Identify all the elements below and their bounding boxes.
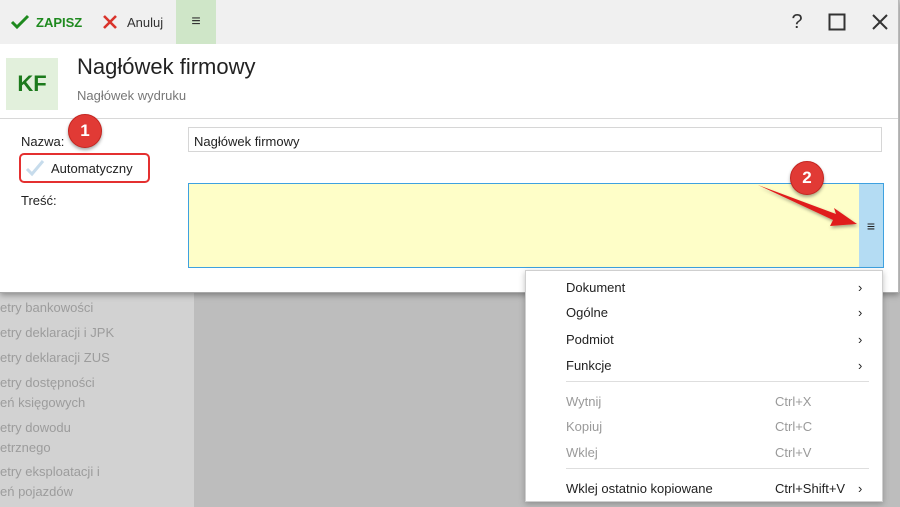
annotation-badge-2: 2 (790, 161, 824, 195)
chevron-right-icon: › (858, 480, 863, 496)
maximize-icon[interactable] (823, 8, 851, 36)
content-editor[interactable]: ≡ (188, 183, 884, 268)
menu-item-dokument[interactable]: Dokument › (566, 276, 862, 298)
menu-item-label: Podmiot (566, 331, 614, 347)
edit-dialog: ZAPISZ Anuluj ≡ ? KF Nagłówek firmowy Na… (0, 0, 899, 293)
menu-item-paste-last[interactable]: Wklej ostatnio kopiowane Ctrl+Shift+V › (566, 477, 862, 499)
background-list-item: etry dostępności eń księgowych (0, 375, 95, 410)
close-icon[interactable] (866, 8, 894, 36)
menu-separator (566, 468, 869, 469)
help-icon[interactable]: ? (783, 8, 811, 36)
document-type-badge: KF (6, 58, 58, 110)
menu-icon[interactable]: ≡ (176, 0, 216, 44)
name-label: Nazwa: (21, 134, 65, 149)
menu-item-label: Wklej (566, 444, 598, 460)
content-label: Treść: (21, 193, 57, 208)
background-list-item: etry deklaracji ZUS (0, 350, 110, 365)
menu-item-shortcut: Ctrl+C (775, 418, 813, 434)
menu-item-label: Wklej ostatnio kopiowane (566, 480, 713, 496)
page-subtitle: Nagłówek wydruku (77, 88, 187, 103)
context-menu: Dokument › Ogólne › Podmiot › Funkcje › … (525, 270, 883, 502)
save-button[interactable]: ZAPISZ (10, 0, 82, 44)
toolbar: ZAPISZ Anuluj ≡ ? (0, 0, 898, 44)
dialog-header: KF Nagłówek firmowy Nagłówek wydruku (0, 44, 898, 119)
name-field[interactable]: Nagłówek firmowy (188, 127, 882, 152)
menu-item-shortcut: Ctrl+X (775, 393, 812, 409)
menu-item-ogolne[interactable]: Ogólne › (566, 301, 862, 323)
chevron-right-icon: › (858, 331, 863, 347)
menu-item-label: Funkcje (566, 357, 612, 373)
menu-separator (566, 381, 869, 382)
cancel-button[interactable]: Anuluj (102, 0, 163, 44)
background-list-item: etry dowodu etrznego (0, 420, 71, 455)
menu-item-podmiot[interactable]: Podmiot › (566, 328, 862, 350)
menu-item-wytnij[interactable]: Wytnij Ctrl+X (566, 390, 856, 412)
close-x-icon (103, 15, 117, 29)
menu-item-shortcut: Ctrl+V (775, 444, 812, 460)
maximize-square-icon (828, 13, 846, 31)
menu-item-funkcje[interactable]: Funkcje › (566, 354, 862, 376)
close-window-icon (872, 14, 888, 30)
menu-item-label: Kopiuj (566, 418, 603, 434)
menu-item-label: Ogólne (566, 304, 608, 320)
menu-item-shortcut: Ctrl+Shift+V (775, 480, 846, 496)
menu-item-wklej[interactable]: Wklej Ctrl+V (566, 441, 856, 463)
save-label: ZAPISZ (36, 14, 83, 30)
cancel-label: Anuluj (127, 14, 164, 30)
chevron-right-icon: › (858, 357, 863, 373)
menu-item-kopiuj[interactable]: Kopiuj Ctrl+C (566, 415, 856, 437)
checkmark-icon (10, 14, 30, 30)
chevron-right-icon: › (858, 304, 863, 320)
content-menu-icon[interactable]: ≡ (859, 184, 883, 267)
page-title: Nagłówek firmowy (77, 54, 256, 79)
automatic-label: Automatyczny (51, 160, 133, 176)
automatic-checkbox[interactable]: Automatyczny (19, 153, 150, 183)
background-list-item: etry bankowości (0, 300, 94, 315)
background-list-item: etry eksploatacji i eń pojazdów (0, 464, 100, 499)
checkbox-check-icon (25, 158, 45, 178)
annotation-badge-1: 1 (68, 114, 102, 148)
chevron-right-icon: › (858, 279, 863, 295)
menu-item-label: Wytnij (566, 393, 602, 409)
background-list-item: etry deklaracji i JPK (0, 325, 115, 340)
menu-item-label: Dokument (566, 279, 626, 295)
